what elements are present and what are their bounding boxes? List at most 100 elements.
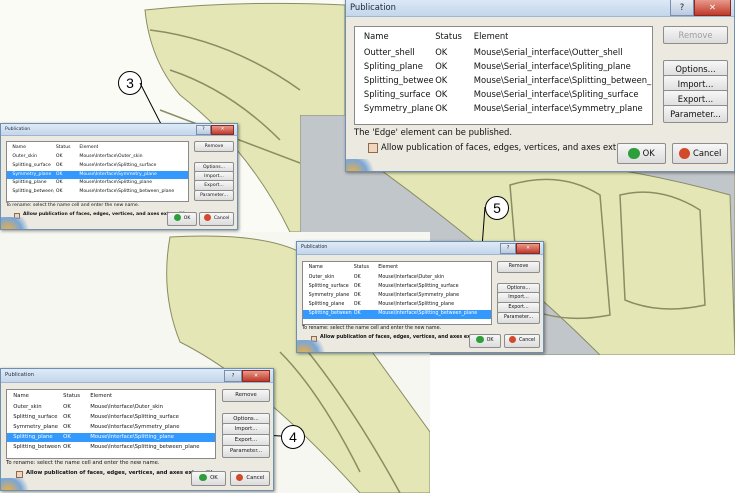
list-row[interactable]: Outter_shell OK Mouse\Serial_interface\Out… [355, 46, 652, 59]
cell-name: Symmetry_plane [13, 424, 59, 431]
list-row[interactable]: Splitting_surface OK Mouse\Interface\Split… [7, 413, 215, 422]
parameter-button[interactable]: Parameter... [663, 105, 728, 124]
list-row[interactable]: Symmetry_plane OK Mouse\Interface\Symmetry… [303, 292, 491, 301]
list-row[interactable]: Splitting_plane OK Mouse\Interface\Splitti… [7, 179, 188, 187]
cell-element: Mouse\Interface\Splitting_between_plane [79, 188, 175, 194]
ok-button[interactable]: OK [191, 471, 226, 486]
cancel-button[interactable]: Cancel [230, 471, 270, 486]
list-row[interactable]: Splitting_surface OK Mouse\Interface\Split… [303, 283, 491, 292]
close-icon[interactable]: ✕ [694, 0, 731, 16]
cell-name: Splitting_plane [13, 433, 53, 440]
column-header-status[interactable]: Status [63, 392, 80, 401]
cell-name: Symmetry_plane [12, 171, 52, 177]
publication-dialog-tl: Publication? ✕ Name Status Element Outer_skin… [0, 123, 238, 230]
column-header-status[interactable]: Status [435, 30, 462, 43]
column-header-element[interactable]: Element [79, 144, 98, 152]
window-buttons: ? ✕ [196, 125, 234, 135]
remove-button[interactable]: Remove [497, 261, 540, 273]
callout-4: 4 [281, 425, 305, 449]
status-message: The 'Edge' element can be published. [354, 127, 513, 137]
cell-status: OK [63, 424, 71, 431]
list-row[interactable]: Splitting_between_planeOK Mouse\Interface… [7, 188, 188, 196]
column-header-name[interactable]: Name [364, 30, 389, 43]
cell-element: Mouse\Interface\Symmetry_plane [79, 171, 157, 177]
help-icon[interactable]: ? [224, 370, 242, 382]
remove-button[interactable]: Remove [194, 141, 234, 152]
column-header-name[interactable]: Name [12, 144, 26, 152]
window-buttons: ? ✕ [224, 370, 270, 382]
close-icon[interactable]: ✕ [242, 370, 270, 382]
cancel-icon [678, 147, 690, 160]
ok-label: OK [183, 216, 191, 221]
catia-logo-corner [1, 217, 35, 229]
cell-element: Mouse\Interface\Splitting_plane [79, 180, 153, 186]
list-row[interactable]: Outer_skin OK Mouse\Interface\Outer_skin [7, 403, 215, 412]
list-row[interactable]: Splitting_plane OK Mouse\Interface\Splitti… [7, 432, 215, 443]
list-row[interactable]: Outer_skin OK Mouse\Interface\Outer_skin [7, 153, 188, 161]
column-header-status[interactable]: Status [56, 144, 71, 152]
ok-button[interactable]: OK [617, 143, 666, 164]
remove-button[interactable]: Remove [222, 389, 270, 402]
close-icon[interactable]: ✕ [211, 125, 234, 135]
list-row[interactable]: Symmetry_plane OK Mouse\Interface\Symmetry… [7, 423, 215, 432]
ok-icon [628, 147, 640, 160]
cell-name: Splitting_plane [12, 180, 47, 186]
parameter-button[interactable]: Parameter... [194, 189, 234, 201]
cell-status: OK [435, 89, 448, 100]
column-header-name[interactable]: Name [13, 392, 29, 401]
list-row[interactable]: Splitting_between_planeOK Mouse\Interface… [7, 443, 215, 452]
published-elements-list[interactable]: Name Status Element Outer_skin OK Mouse\Inter… [6, 141, 189, 202]
cell-status: OK [55, 154, 63, 160]
column-header-element[interactable]: Element [378, 264, 398, 273]
column-header-name[interactable]: Name [309, 264, 323, 273]
published-elements-list[interactable]: Name Status Element Outer_skin OK Mouse\Inter… [6, 389, 216, 459]
list-header: Name Status Element [355, 30, 652, 43]
cell-element: Mouse\Interface\Outer_skin [79, 154, 143, 160]
close-icon[interactable]: ✕ [516, 243, 540, 254]
published-elements-list[interactable]: Name Status Element Outer_skin OK Mouse\Inter… [302, 261, 492, 325]
parameter-button[interactable]: Parameter... [497, 311, 540, 324]
cell-name: Splitting_betwee... [363, 75, 434, 86]
cell-status: OK [55, 180, 63, 186]
list-row[interactable]: Splitting_betwee...OK Mouse\Serial_interf… [355, 74, 652, 87]
cell-element: Mouse\Interface\Splitting_surface [378, 284, 459, 290]
cancel-button[interactable]: Cancel [504, 334, 540, 348]
list-row[interactable]: Symmetry_plane OK Mouse\Serial_interface\S… [355, 102, 652, 115]
ok-button[interactable]: OK [469, 334, 501, 348]
list-row[interactable]: Spliting_surface OK Mouse\Serial_interface… [355, 88, 652, 101]
ok-button[interactable]: OK [167, 212, 197, 226]
help-icon[interactable]: ? [500, 243, 516, 254]
column-header-status[interactable]: Status [354, 264, 369, 273]
column-header-element[interactable]: Element [474, 30, 509, 43]
callout-3: 3 [118, 71, 142, 95]
help-icon[interactable]: ? [196, 125, 211, 135]
cell-status: OK [353, 284, 361, 290]
cancel-button[interactable]: Cancel [199, 212, 234, 226]
cell-element: Mouse\Interface\Outer_skin [378, 275, 445, 281]
cell-status: OK [435, 103, 448, 114]
cell-element: Mouse\Interface\Splitting_between_plane [378, 311, 478, 317]
cell-status: OK [435, 75, 448, 86]
cell-name: Outer_skin [12, 154, 38, 160]
allow-publication-checkbox[interactable] [368, 143, 378, 153]
published-elements-list[interactable]: Name Status Element Outter_shell OK Mouse\Ser… [354, 26, 653, 125]
list-row[interactable]: Splitting_surface OK Mouse\Interface\Split… [7, 162, 188, 170]
cell-element: Mouse\Interface\Splitting_surface [79, 163, 157, 169]
title-bar: Publication? ✕ [346, 0, 734, 17]
cancel-button[interactable]: Cancel [672, 143, 728, 164]
cell-status: OK [353, 293, 361, 299]
column-header-element[interactable]: Element [90, 392, 112, 401]
cell-name: Outer_skin [13, 404, 42, 411]
allow-publication-label: Allow publication of faces, edges, verti… [23, 212, 191, 217]
list-row[interactable]: Splitting_plane OK Mouse\Interface\Splitti… [303, 301, 491, 310]
allow-publication-checkbox[interactable] [16, 471, 23, 478]
list-row[interactable]: Spliting_plane OK Mouse\Serial_interface\S… [355, 60, 652, 73]
help-icon[interactable]: ? [670, 0, 694, 16]
title-bar: Publication? ✕ [1, 124, 237, 136]
remove-button[interactable]: Remove [663, 26, 728, 44]
list-row[interactable]: Symmetry_plane OK Mouse\Interface\Symmetry… [7, 170, 188, 179]
list-row[interactable]: Splitting_between_planeOK Mouse\Interface… [303, 310, 491, 319]
cancel-icon [508, 335, 516, 344]
list-row[interactable]: Outer_skin OK Mouse\Interface\Outer_skin [303, 274, 491, 283]
parameter-button[interactable]: Parameter... [222, 444, 270, 458]
